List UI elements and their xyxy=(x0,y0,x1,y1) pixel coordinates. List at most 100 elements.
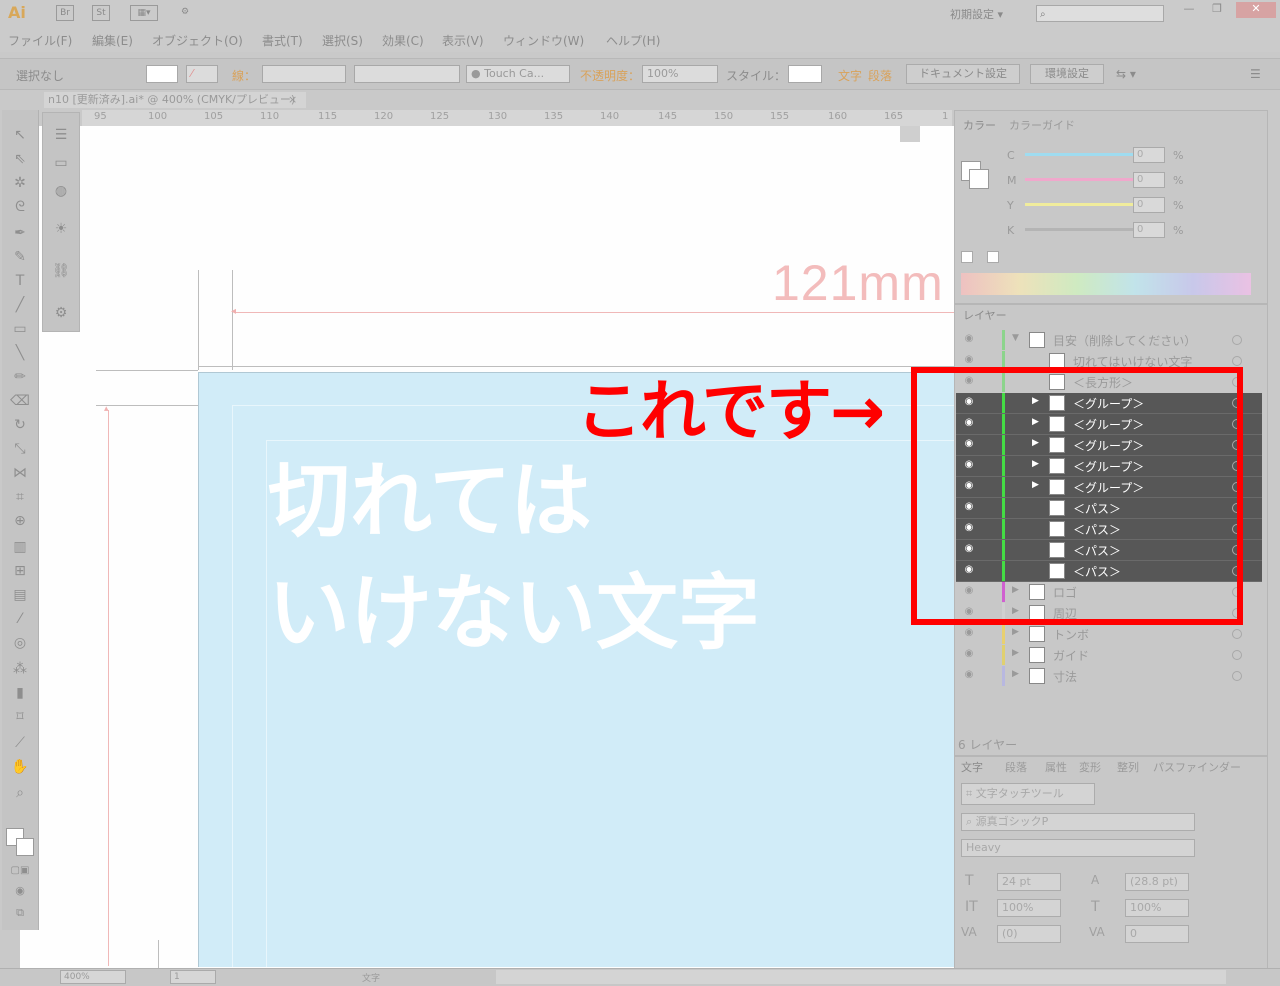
menu-select[interactable]: 選択(S) xyxy=(322,32,363,49)
layer-row[interactable]: ◉ ▶ 寸法 xyxy=(956,666,1262,686)
menu-object[interactable]: オブジェクト(O) xyxy=(152,32,243,49)
magic-wand-icon[interactable]: ✲ xyxy=(10,174,30,192)
minimize-button[interactable]: — xyxy=(1176,2,1202,18)
brush-dropdown[interactable]: ● Touch Ca... xyxy=(466,65,570,83)
curvature-tool-icon[interactable]: ✎ xyxy=(10,248,30,266)
arrange-icon[interactable]: ⇆ ▾ xyxy=(1116,67,1136,81)
layer-name[interactable]: ガイド xyxy=(1053,647,1089,664)
font-size-field[interactable]: 24 pt xyxy=(997,873,1061,891)
fill-swatch[interactable] xyxy=(146,65,178,83)
visibility-eye-icon[interactable]: ◉ xyxy=(963,648,975,660)
target-circle-icon[interactable] xyxy=(1232,671,1242,681)
black-value[interactable]: 0 xyxy=(1133,222,1165,238)
blend-icon[interactable]: ◎ xyxy=(10,634,30,652)
horizontal-scale-field[interactable]: 100% xyxy=(1125,899,1189,917)
pen-tool-icon[interactable]: ✒ xyxy=(10,224,30,242)
expand-arrow-icon[interactable]: ▼ xyxy=(1012,333,1019,343)
tab-pathfinder[interactable]: パスファインダー xyxy=(1153,759,1241,775)
graph-tool-icon[interactable]: ▮ xyxy=(10,684,30,702)
zoom-tool-icon[interactable]: ⌕ xyxy=(10,784,30,802)
leading-field[interactable]: (28.8 pt) xyxy=(1125,873,1189,891)
opacity-label[interactable]: 不透明度： xyxy=(580,67,640,84)
layer-row[interactable]: ◉ ▶ ガイド xyxy=(956,645,1262,665)
direct-selection-tool-icon[interactable]: ⇖ xyxy=(10,150,30,168)
tab-attributes[interactable]: 属性 xyxy=(1045,759,1067,775)
type-tool-icon[interactable]: T xyxy=(10,272,30,290)
cyan-value[interactable]: 0 xyxy=(1133,147,1165,163)
tab-color[interactable]: カラー xyxy=(963,117,996,133)
menu-file[interactable]: ファイル(F) xyxy=(8,32,72,49)
stroke-label[interactable]: 線： xyxy=(232,67,256,84)
symbol-sprayer-icon[interactable]: ⁂ xyxy=(10,660,30,678)
target-circle-icon[interactable] xyxy=(1232,356,1242,366)
artboard-tool-icon[interactable]: ⌑ xyxy=(10,708,30,726)
document-tab[interactable]: n10 [更新済み].ai* @ 400% (CMYK/プレビュー) × xyxy=(44,92,306,108)
mesh-icon[interactable]: ⊞ xyxy=(10,562,30,580)
slice-tool-icon[interactable]: ⟋ xyxy=(10,734,30,752)
bridge-icon[interactable]: Br xyxy=(56,5,74,21)
hand-tool-icon[interactable]: ✋ xyxy=(10,758,30,776)
rectangle-tool-icon[interactable]: ▭ xyxy=(10,320,30,338)
tab-close-icon[interactable]: × xyxy=(288,92,297,108)
preferences-button[interactable]: 環境設定 xyxy=(1030,64,1104,84)
menu-type[interactable]: 書式(T) xyxy=(262,32,303,49)
menu-help[interactable]: ヘルプ(H) xyxy=(606,32,660,49)
zoom-field[interactable]: 400% xyxy=(60,970,126,984)
color-stroke-swatch[interactable] xyxy=(969,169,989,189)
expand-arrow-icon[interactable]: ▶ xyxy=(1012,669,1019,679)
appearance-panel-icon[interactable]: ☀ xyxy=(51,221,71,241)
color-spectrum[interactable] xyxy=(961,273,1251,295)
align-panel-icon[interactable]: ☰ xyxy=(51,127,71,147)
perspective-grid-icon[interactable]: ▥ xyxy=(10,538,30,556)
layer-name[interactable]: トンボ xyxy=(1053,626,1089,643)
headline-text[interactable]: 切れては いけない文字 xyxy=(268,446,760,670)
kerning-field[interactable]: (0) xyxy=(997,925,1061,943)
character-link[interactable]: 文字 xyxy=(838,67,862,84)
stroke-color-swatch[interactable] xyxy=(16,838,34,856)
line-tool-icon[interactable]: ╱ xyxy=(10,296,30,314)
expand-arrow-icon[interactable]: ▶ xyxy=(1012,627,1019,637)
arrange-documents-icon[interactable]: ▦▾ xyxy=(130,5,158,21)
layer-name[interactable]: 寸法 xyxy=(1053,668,1077,685)
layer-row[interactable]: ◉ ▶ トンボ xyxy=(956,624,1262,644)
rotate-icon[interactable]: ↻ xyxy=(10,416,30,434)
paragraph-link[interactable]: 段落 xyxy=(868,67,892,84)
gradient-icon[interactable]: ▤ xyxy=(10,586,30,604)
stock-icon[interactable]: St xyxy=(92,5,110,21)
tab-paragraph[interactable]: 段落 xyxy=(1005,759,1027,775)
tab-character[interactable]: 文字 xyxy=(961,759,983,775)
yellow-value[interactable]: 0 xyxy=(1133,197,1165,213)
links-panel-icon[interactable]: ⛓ xyxy=(51,263,71,283)
horizontal-ruler[interactable]: 95 100 105 110 115 120 125 130 135 140 1… xyxy=(82,110,952,127)
menu-view[interactable]: 表示(V) xyxy=(442,32,484,49)
variable-width-dropdown[interactable] xyxy=(354,65,460,83)
eyedropper-icon[interactable]: ⁄ xyxy=(10,610,30,628)
visibility-eye-icon[interactable]: ◉ xyxy=(963,669,975,681)
scale-icon[interactable]: ⤡ xyxy=(10,440,30,458)
asset-export-icon[interactable]: ⚙ xyxy=(51,305,71,325)
vertical-scale-field[interactable]: 100% xyxy=(997,899,1061,917)
draw-mode-icon[interactable]: ◉ xyxy=(10,882,30,900)
menu-window[interactable]: ウィンドウ(W) xyxy=(503,32,584,49)
close-button[interactable]: ✕ xyxy=(1236,2,1276,18)
tab-color-guide[interactable]: カラーガイド xyxy=(1009,117,1075,133)
paintbrush-icon[interactable]: ╲ xyxy=(10,344,30,362)
menu-effect[interactable]: 効果(C) xyxy=(382,32,424,49)
tab-align[interactable]: 整列 xyxy=(1117,759,1139,775)
gradient-panel-icon[interactable]: ▭ xyxy=(51,155,71,175)
white-swatch[interactable] xyxy=(987,251,999,263)
target-circle-icon[interactable] xyxy=(1232,629,1242,639)
horizontal-scrollbar[interactable] xyxy=(496,970,1226,984)
panel-menu-icon[interactable]: ☰ xyxy=(1250,67,1261,81)
stroke-swatch[interactable]: ⁄ xyxy=(186,65,218,83)
style-dropdown[interactable] xyxy=(788,65,822,83)
menu-edit[interactable]: 編集(E) xyxy=(92,32,133,49)
layer-name[interactable]: 目安（削除してください） xyxy=(1053,332,1196,349)
visibility-eye-icon[interactable]: ◉ xyxy=(963,333,975,345)
stroke-weight-field[interactable] xyxy=(262,65,346,83)
tab-transform[interactable]: 変形 xyxy=(1079,759,1101,775)
pencil-icon[interactable]: ✏ xyxy=(10,368,30,386)
visibility-eye-icon[interactable]: ◉ xyxy=(963,627,975,639)
free-transform-icon[interactable]: ⌗ xyxy=(10,488,30,506)
color-mode-icon[interactable]: ▢▣ xyxy=(10,862,30,880)
